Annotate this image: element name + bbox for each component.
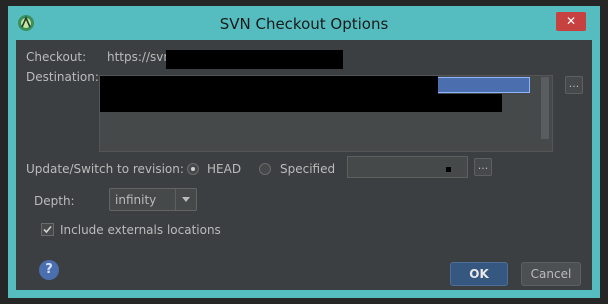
depth-select-value: infinity <box>115 193 157 207</box>
redacted-url <box>166 50 343 69</box>
head-radio[interactable] <box>187 163 199 175</box>
close-button[interactable]: ✕ <box>556 12 586 31</box>
include-externals-checkbox[interactable] <box>41 223 54 236</box>
head-radio-label: HEAD <box>207 162 242 176</box>
redacted-path-line-2 <box>100 94 502 112</box>
depth-select[interactable]: infinity <box>109 188 197 211</box>
title-bar[interactable]: SVN Checkout Options ✕ <box>8 6 600 40</box>
dialog-content: Checkout: https://svn. Destination: ... … <box>16 40 592 290</box>
revision-text-cursor <box>446 167 451 172</box>
checkout-url: https://svn. <box>107 50 175 64</box>
revision-browse-button[interactable]: ... <box>474 158 492 176</box>
svn-checkout-dialog: SVN Checkout Options ✕ Checkout: https:/… <box>8 6 600 298</box>
checkout-label: Checkout: <box>26 50 87 64</box>
checkmark-icon <box>43 225 52 234</box>
destination-scrollbar[interactable] <box>541 77 549 139</box>
destination-browse-button[interactable]: ... <box>565 76 583 94</box>
destination-field[interactable] <box>99 75 553 152</box>
destination-label: Destination: <box>26 70 99 84</box>
ok-button[interactable]: OK <box>450 262 508 286</box>
specified-radio-label: Specified <box>280 162 336 176</box>
specified-radio[interactable] <box>259 163 271 175</box>
chevron-down-icon[interactable] <box>175 189 196 210</box>
dialog-title: SVN Checkout Options <box>219 15 389 33</box>
redacted-path-line-1 <box>100 76 438 94</box>
include-externals-label: Include externals locations <box>60 223 221 237</box>
depth-label: Depth: <box>34 194 75 208</box>
help-button[interactable]: ? <box>39 260 59 280</box>
revision-number-input[interactable] <box>347 156 468 178</box>
cancel-button[interactable]: Cancel <box>521 262 581 286</box>
revision-label: Update/Switch to revision: <box>26 162 184 176</box>
